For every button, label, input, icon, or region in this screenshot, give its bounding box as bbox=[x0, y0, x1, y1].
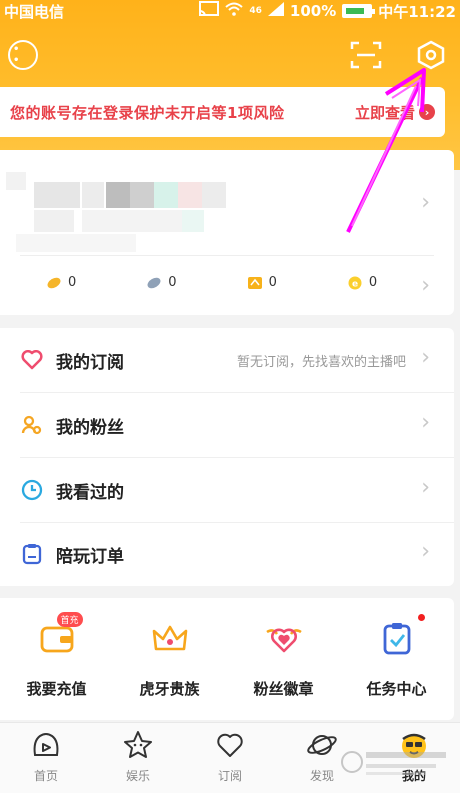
message-button[interactable]: • • bbox=[8, 40, 38, 70]
notification-dot bbox=[417, 614, 425, 621]
grid-item-fan-badge[interactable]: 粉丝徽章 bbox=[227, 618, 340, 699]
grid-item-task-center[interactable]: 任务中心 bbox=[340, 614, 453, 699]
face-icon: • • bbox=[13, 44, 24, 66]
planet-icon bbox=[307, 735, 337, 755]
watermark-logo bbox=[341, 751, 446, 775]
wallet-stats: 0 0 0 e 0 bbox=[46, 275, 377, 290]
stat-value: 0 bbox=[68, 275, 77, 290]
wallet-icon: 首充 bbox=[37, 612, 83, 658]
chevron-right-icon[interactable]: › bbox=[421, 190, 430, 215]
order-icon bbox=[20, 542, 44, 566]
subscribe-heart-icon bbox=[217, 733, 243, 757]
divider bbox=[20, 255, 434, 256]
menu-item-history[interactable]: 我看过的 › bbox=[0, 458, 454, 522]
services-grid: 首充 我要充值 虎牙贵族 粉丝徽章 任务中心 bbox=[0, 598, 454, 720]
stat-value: 0 bbox=[368, 275, 378, 290]
fan-badge-icon bbox=[264, 618, 304, 658]
tab-label: 发现 bbox=[309, 769, 334, 783]
chevron-right-icon: › bbox=[421, 475, 430, 500]
menu-item-subscriptions[interactable]: 我的订阅 暂无订阅，先找喜欢的主播吧 › bbox=[0, 328, 454, 392]
gold-bean-icon bbox=[47, 277, 61, 288]
silver-bean-icon bbox=[147, 277, 161, 288]
chevron-right-icon: › bbox=[421, 345, 430, 370]
network-type: 46 bbox=[249, 6, 262, 16]
clock-icon bbox=[20, 478, 44, 502]
menu-hint: 暂无订阅，先找喜欢的主播吧 bbox=[236, 354, 406, 370]
grid-label: 粉丝徽章 bbox=[253, 680, 314, 698]
scan-icon bbox=[350, 41, 382, 69]
fans-icon bbox=[20, 413, 44, 437]
signal-icon bbox=[267, 2, 284, 20]
status-bar: 中国电信 46 100% 中午11:22 bbox=[0, 0, 460, 22]
grid-label: 我要充值 bbox=[26, 680, 87, 698]
view-now-label: 立即查看 bbox=[354, 103, 415, 122]
stat-value: 0 bbox=[168, 275, 177, 290]
blurred-profile-info[interactable] bbox=[6, 162, 246, 252]
settings-hexagon-icon bbox=[417, 40, 445, 70]
clock-time: 中午11:22 bbox=[378, 2, 456, 21]
svg-text:e: e bbox=[352, 279, 358, 289]
stat-value: 0 bbox=[268, 275, 277, 290]
scan-button[interactable] bbox=[350, 40, 382, 70]
chevron-right-icon: › bbox=[421, 539, 430, 564]
tab-home[interactable]: 首页 bbox=[0, 729, 92, 784]
tab-label: 订阅 bbox=[217, 769, 242, 783]
menu-label: 我的订阅 bbox=[56, 352, 124, 373]
tab-entertainment[interactable]: 娱乐 bbox=[92, 729, 184, 784]
stat-gold-bean[interactable]: 0 bbox=[46, 275, 76, 290]
menu-label: 我的粉丝 bbox=[56, 417, 124, 438]
tab-label: 娱乐 bbox=[125, 769, 150, 783]
menu-item-fans[interactable]: 我的粉丝 › bbox=[0, 393, 454, 457]
cast-icon bbox=[199, 1, 220, 21]
grid-item-noble[interactable]: 虎牙贵族 bbox=[113, 618, 226, 699]
arrow-right-icon: › bbox=[419, 104, 435, 120]
crown-icon bbox=[150, 618, 190, 658]
stat-coupon[interactable]: 0 bbox=[247, 275, 277, 290]
risk-banner[interactable]: 您的账号存在登录保护未开启等1项风险 立即查看 › bbox=[0, 87, 445, 137]
menu-card: 我的订阅 暂无订阅，先找喜欢的主播吧 › 我的粉丝 › 我看过的 › 陪玩订单 … bbox=[0, 328, 454, 586]
heart-icon bbox=[20, 348, 44, 372]
home-icon bbox=[33, 733, 59, 756]
tab-label: 首页 bbox=[33, 769, 58, 783]
grid-item-recharge[interactable]: 首充 我要充值 bbox=[0, 612, 113, 699]
carrier-name: 中国电信 bbox=[4, 2, 65, 21]
profile-card: › 0 0 0 e 0 › bbox=[0, 150, 454, 315]
e-coin-icon: e bbox=[348, 276, 362, 289]
star-icon bbox=[124, 731, 152, 758]
tab-subscribe[interactable]: 订阅 bbox=[184, 729, 276, 784]
battery-icon bbox=[342, 4, 376, 18]
chevron-right-icon: › bbox=[421, 410, 430, 435]
menu-label: 陪玩订单 bbox=[56, 546, 124, 567]
header-background bbox=[0, 0, 460, 170]
risk-message: 您的账号存在登录保护未开启等1项风险 bbox=[10, 103, 285, 122]
menu-label: 我看过的 bbox=[56, 482, 124, 503]
stat-silver-bean[interactable]: 0 bbox=[146, 275, 177, 290]
view-now-link[interactable]: 立即查看 › bbox=[355, 102, 435, 123]
coupon-icon bbox=[247, 276, 262, 289]
chevron-right-icon[interactable]: › bbox=[421, 273, 430, 298]
stat-e-coin[interactable]: e 0 bbox=[347, 275, 377, 290]
grid-label: 任务中心 bbox=[366, 680, 427, 698]
settings-button[interactable] bbox=[416, 40, 446, 70]
menu-item-play-orders[interactable]: 陪玩订单 › bbox=[0, 522, 454, 586]
battery-percent: 100% bbox=[289, 2, 337, 20]
task-icon bbox=[377, 614, 425, 658]
first-recharge-badge: 首充 bbox=[56, 612, 83, 627]
grid-label: 虎牙贵族 bbox=[139, 680, 200, 698]
wifi-icon bbox=[225, 2, 244, 20]
